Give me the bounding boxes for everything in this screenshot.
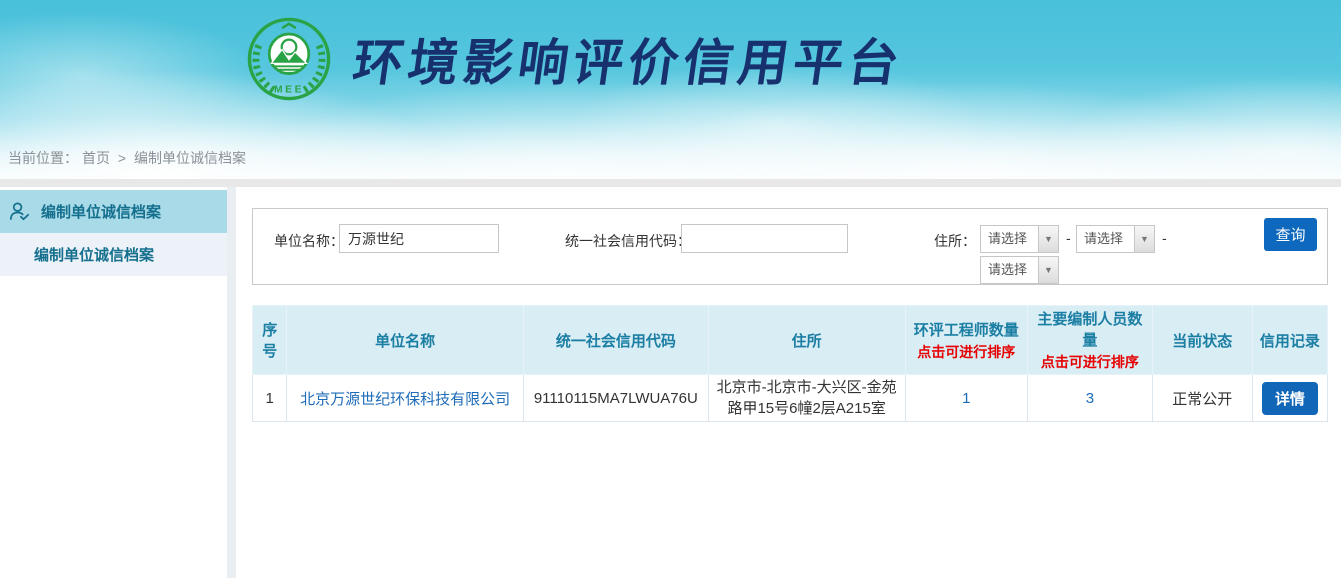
- company-name-label: 单位名称：: [274, 231, 344, 251]
- brand: MEE 环境影响评价信用平台: [246, 16, 904, 102]
- sidebar-subitem-label: 编制单位诚信档案: [34, 244, 154, 265]
- sort-hint: 点击可进行排序: [1032, 352, 1148, 372]
- company-name-link[interactable]: 北京万源世纪环保科技有限公司: [300, 391, 510, 408]
- sidebar: 编制单位诚信档案 编制单位诚信档案: [0, 187, 227, 578]
- main-content: 单位名称： 统一社会信用代码： 住所： 请选择 ▼ - 请选择 ▼ - 请选择 …: [236, 187, 1341, 578]
- page-title: 环境影响评价信用平台: [349, 23, 909, 95]
- address-dash-2: -: [1162, 230, 1167, 246]
- credit-code-label: 统一社会信用代码：: [565, 231, 691, 251]
- breadcrumb-separator: >: [118, 150, 126, 166]
- col-header-credit-record: 信用记录: [1252, 306, 1327, 375]
- sidebar-item-credit-archive[interactable]: 编制单位诚信档案: [0, 190, 227, 233]
- col-header-engineer-count[interactable]: 环评工程师数量 点击可进行排序: [905, 306, 1028, 375]
- col-header-staff-label: 主要编制人员数量: [1037, 311, 1142, 349]
- breadcrumb-prefix: 当前位置：: [8, 150, 78, 166]
- table-row: 1 北京万源世纪环保科技有限公司 91110115MA7LWUA76U 北京市-…: [253, 375, 1328, 422]
- breadcrumb: 当前位置：首页 > 编制单位诚信档案: [8, 148, 250, 168]
- row-address: 北京市-北京市-大兴区-金苑路甲15号6幢2层A215室: [708, 375, 905, 422]
- col-header-status: 当前状态: [1152, 306, 1252, 375]
- detail-button[interactable]: 详情: [1262, 382, 1318, 415]
- company-name-input[interactable]: [339, 224, 499, 253]
- sidebar-item-label: 编制单位诚信档案: [41, 201, 161, 222]
- col-header-address: 住所: [708, 306, 905, 375]
- col-header-code: 统一社会信用代码: [523, 306, 708, 375]
- col-header-staff-count[interactable]: 主要编制人员数量 点击可进行排序: [1028, 306, 1153, 375]
- row-status: 正常公开: [1152, 375, 1252, 422]
- header-divider: [0, 179, 1341, 187]
- sort-hint: 点击可进行排序: [910, 342, 1024, 362]
- col-header-company: 单位名称: [287, 306, 524, 375]
- chevron-down-icon[interactable]: ▼: [1038, 257, 1058, 283]
- table-header-row: 序号 单位名称 统一社会信用代码 住所 环评工程师数量 点击可进行排序 主要编制…: [253, 306, 1328, 375]
- row-index: 1: [253, 375, 287, 422]
- col-header-engineer-label: 环评工程师数量: [914, 322, 1019, 339]
- district-select-value: 请选择: [981, 257, 1038, 283]
- svg-text:MEE: MEE: [274, 85, 304, 96]
- city-select-value: 请选择: [1077, 226, 1134, 252]
- address-dash-1: -: [1066, 230, 1071, 246]
- district-select[interactable]: 请选择 ▼: [980, 256, 1059, 284]
- province-select-value: 请选择: [981, 226, 1038, 252]
- user-check-icon: [8, 200, 31, 223]
- sidebar-subitem-credit-archive[interactable]: 编制单位诚信档案: [0, 233, 227, 276]
- sky-banner: MEE 环境影响评价信用平台 当前位置：首页 > 编制单位诚信档案: [0, 0, 1341, 179]
- credit-code-input[interactable]: [681, 224, 848, 253]
- breadcrumb-home-link[interactable]: 首页: [82, 150, 110, 166]
- chevron-down-icon[interactable]: ▼: [1134, 226, 1154, 252]
- sidebar-content-divider: [227, 187, 236, 578]
- col-header-index: 序号: [253, 306, 287, 375]
- mee-logo-icon: MEE: [246, 16, 332, 102]
- province-select[interactable]: 请选择 ▼: [980, 225, 1059, 253]
- query-button[interactable]: 查询: [1264, 218, 1317, 251]
- engineer-count-link[interactable]: 1: [962, 390, 970, 407]
- city-select[interactable]: 请选择 ▼: [1076, 225, 1155, 253]
- search-panel: 单位名称： 统一社会信用代码： 住所： 请选择 ▼ - 请选择 ▼ - 请选择 …: [252, 208, 1328, 285]
- result-table: 序号 单位名称 统一社会信用代码 住所 环评工程师数量 点击可进行排序 主要编制…: [252, 305, 1328, 422]
- address-label: 住所：: [934, 231, 976, 251]
- chevron-down-icon[interactable]: ▼: [1038, 226, 1058, 252]
- row-credit-code: 91110115MA7LWUA76U: [523, 375, 708, 422]
- staff-count-link[interactable]: 3: [1086, 390, 1094, 407]
- breadcrumb-current: 编制单位诚信档案: [134, 150, 246, 166]
